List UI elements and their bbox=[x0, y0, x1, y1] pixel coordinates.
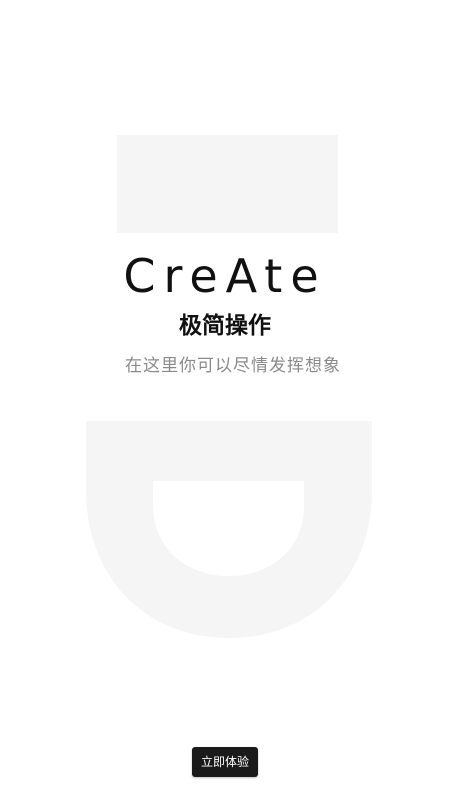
headline: CreAte bbox=[123, 249, 327, 303]
splash-screen: CreAte 极简操作 在这里你可以尽情发挥想象 立即体验 bbox=[0, 0, 450, 800]
background-letter-d-decoration bbox=[86, 421, 372, 638]
subtitle: 极简操作 bbox=[179, 313, 271, 339]
try-now-button[interactable]: 立即体验 bbox=[192, 747, 258, 777]
tagline: 在这里你可以尽情发挥想象 bbox=[125, 356, 341, 376]
